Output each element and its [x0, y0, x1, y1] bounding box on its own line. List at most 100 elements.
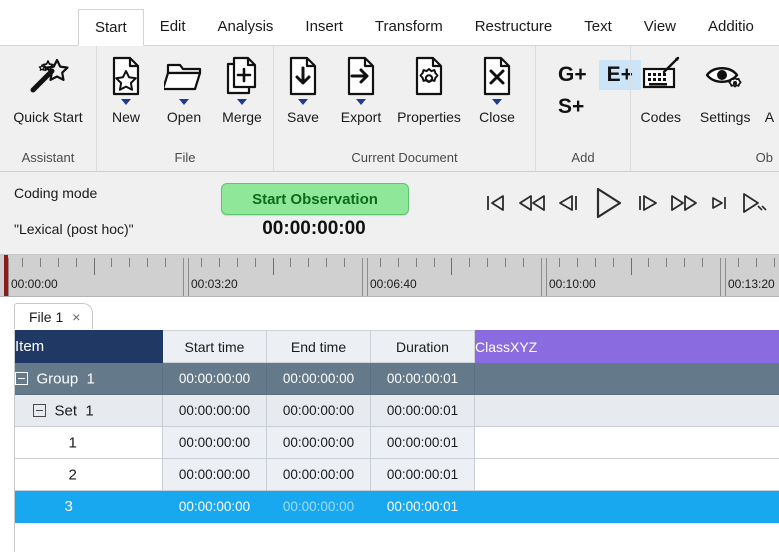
grid-header-row: Item Start time End time Duration ClassX… [14, 330, 779, 363]
coding-grid: Item Start time End time Duration ClassX… [14, 330, 779, 523]
ribbon-tab-view[interactable]: View [628, 9, 692, 45]
ribbon-tab-start[interactable]: Start [78, 9, 144, 46]
new-label: New [111, 109, 140, 125]
dropdown-caret-icon[interactable] [237, 99, 247, 105]
column-header-duration[interactable]: Duration [370, 330, 475, 363]
column-header-start-time[interactable]: Start time [162, 330, 267, 363]
coding-grid-container: Item Start time End time Duration ClassX… [0, 330, 779, 552]
start-observation-button[interactable]: Start Observation [221, 183, 409, 215]
table-row[interactable]: 1 00:00:00:00 00:00:00:00 00:00:00:01 [14, 426, 779, 459]
fast-forward-icon[interactable] [669, 192, 699, 214]
row-label: Group [36, 370, 79, 388]
ruler-tick [111, 258, 112, 267]
properties-button[interactable]: Properties [390, 52, 468, 125]
row-classxyz[interactable] [474, 426, 779, 459]
coding-mode-label: Coding mode [14, 185, 98, 201]
ruler-tick [451, 258, 452, 275]
ribbon-tab-transform[interactable]: Transform [359, 9, 459, 45]
ribbon-tab-edit[interactable]: Edit [144, 9, 202, 45]
ribbon-tab-analysis[interactable]: Analysis [202, 9, 290, 45]
dropdown-caret-icon[interactable] [298, 99, 308, 105]
play-to-end-icon[interactable] [739, 191, 769, 215]
quick-start-button[interactable]: Quick Start [0, 52, 96, 125]
dropdown-caret-icon[interactable] [179, 99, 189, 105]
document-tab-file-1[interactable]: File 1 × [14, 303, 94, 330]
row-item-cell[interactable]: Group 1 [14, 362, 163, 395]
row-classxyz[interactable] [474, 490, 779, 523]
new-button[interactable]: New [97, 52, 155, 125]
ruler-tick [434, 258, 435, 267]
add-group-button[interactable]: G+ [550, 60, 595, 90]
timeline-ruler[interactable]: 00:00:00 00:03:20 00:06:40 00:10:00 00:1… [0, 255, 779, 297]
open-folder-icon [164, 54, 204, 98]
ruler-tick [774, 258, 775, 267]
ribbon-group-add: G+ E+ S+ Add [535, 46, 641, 171]
ruler-tick [183, 258, 184, 296]
open-button[interactable]: Open [155, 52, 213, 125]
row-end-time: 00:00:00:00 [266, 362, 371, 395]
ruler-tick [273, 258, 274, 275]
ruler-tick [165, 258, 166, 267]
ruler-tick [201, 258, 202, 267]
save-button[interactable]: Save [274, 52, 332, 125]
ribbon-group-assistant: Quick Start Assistant [0, 46, 96, 171]
step-forward-icon[interactable] [635, 192, 661, 214]
export-button[interactable]: Export [332, 52, 390, 125]
step-back-icon[interactable] [555, 192, 581, 214]
row-classxyz[interactable] [474, 458, 779, 491]
skip-to-start-icon[interactable] [483, 192, 509, 214]
table-row[interactable]: Group 1 00:00:00:00 00:00:00:00 00:00:00… [14, 362, 779, 395]
ribbon-tab-insert[interactable]: Insert [289, 9, 359, 45]
ribbon-tab-text[interactable]: Text [568, 9, 628, 45]
row-item-cell[interactable]: 2 [14, 458, 163, 491]
ribbon-group-title-file: File [174, 150, 196, 165]
merge-button[interactable]: Merge [213, 52, 271, 125]
merge-documents-icon [223, 54, 261, 98]
table-row[interactable]: 2 00:00:00:00 00:00:00:00 00:00:00:01 [14, 458, 779, 491]
dropdown-caret-icon[interactable] [121, 99, 131, 105]
settings-button[interactable]: Settings [691, 52, 760, 125]
ruler-tick [505, 258, 506, 267]
ribbon-tab-restructure[interactable]: Restructure [459, 9, 569, 45]
dropdown-caret-icon[interactable] [492, 99, 502, 105]
ruler-tick [22, 258, 23, 267]
add-set-button[interactable]: S+ [550, 92, 592, 122]
ribbon-tab-bar: Start Edit Analysis Insert Transform Res… [0, 0, 779, 46]
collapse-toggle-icon[interactable] [14, 372, 28, 386]
save-label: Save [287, 109, 319, 125]
row-start-time: 00:00:00:00 [162, 394, 267, 427]
save-document-icon [286, 54, 320, 98]
row-item-cell[interactable]: 3 [14, 490, 163, 523]
ribbon-tab-additional[interactable]: Additio [692, 9, 770, 45]
skip-to-end-icon[interactable] [707, 192, 731, 214]
observation-truncated-label: A [764, 109, 775, 125]
row-item-cell[interactable]: 1 [14, 426, 163, 459]
column-header-item[interactable]: Item [14, 330, 163, 363]
ruler-tick [58, 258, 59, 267]
document-tab-label: File 1 [29, 309, 64, 325]
codes-button[interactable]: Codes [631, 52, 691, 125]
ribbon-group-current-document: Save Export Properties Close Current Doc… [273, 46, 535, 171]
row-number: 1 [86, 370, 95, 388]
collapse-toggle-icon[interactable] [32, 404, 46, 418]
ruler-tick [648, 258, 649, 267]
row-end-time: 00:00:00:00 [266, 394, 371, 427]
row-classxyz[interactable] [474, 394, 779, 427]
observation-truncated-button[interactable]: A [760, 52, 779, 125]
ribbon-group-title-current-document: Current Document [351, 150, 458, 165]
dropdown-caret-icon[interactable] [356, 99, 366, 105]
rewind-icon[interactable] [517, 192, 547, 214]
eye-settings-icon [703, 54, 747, 98]
table-row[interactable]: 3 00:00:00:00 00:00:00:00 00:00:00:01 [14, 490, 779, 523]
row-item-cell[interactable]: Set 1 [14, 394, 163, 427]
table-row[interactable]: Set 1 00:00:00:00 00:00:00:00 00:00:00:0… [14, 394, 779, 427]
column-header-classxyz[interactable]: ClassXYZ [474, 330, 779, 363]
close-button[interactable]: Close [468, 52, 526, 125]
ruler-tick [326, 258, 327, 267]
row-classxyz[interactable] [474, 362, 779, 395]
close-icon[interactable]: × [72, 309, 80, 325]
row-start-time: 00:00:00:00 [162, 490, 267, 523]
play-icon[interactable] [589, 186, 627, 220]
column-header-end-time[interactable]: End time [266, 330, 371, 363]
row-start-time: 00:00:00:00 [162, 458, 267, 491]
